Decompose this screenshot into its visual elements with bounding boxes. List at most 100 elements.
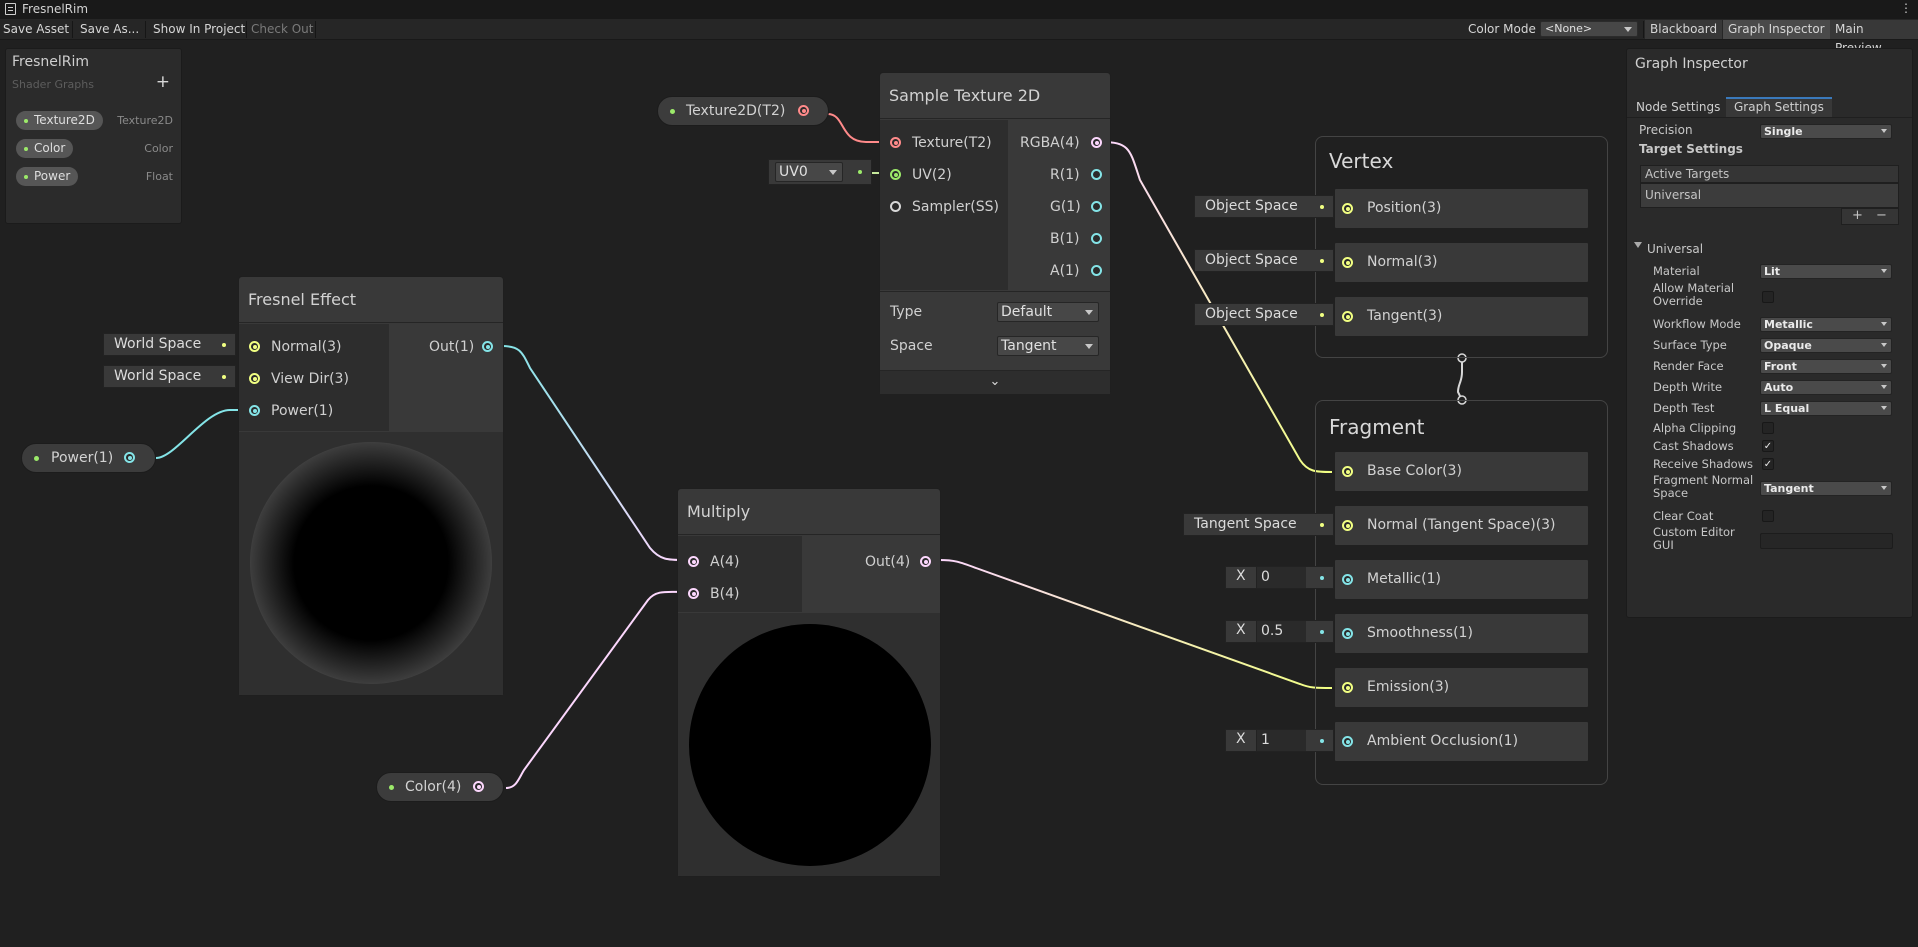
blackboard-property[interactable]: Color Color — [16, 139, 176, 159]
render-face-value: Front — [1764, 360, 1797, 373]
material-dropdown[interactable]: Lit — [1760, 264, 1892, 279]
tab-node-settings[interactable]: Node Settings — [1628, 97, 1728, 117]
foldout-arrow-icon[interactable] — [1634, 242, 1642, 248]
input-port-b[interactable]: B(4) — [688, 584, 739, 604]
connector-dot — [1320, 576, 1324, 580]
block-base-color[interactable]: Base Color(3) — [1334, 451, 1589, 492]
blackboard-property[interactable]: Texture2D Texture2D — [16, 111, 176, 131]
metallic-input[interactable]: X0 — [1225, 566, 1334, 589]
clear-coat-checkbox[interactable] — [1762, 510, 1774, 522]
input-port-a[interactable]: A(4) — [688, 552, 739, 572]
receive-shadows-checkbox[interactable]: ✓ — [1762, 458, 1774, 470]
sample-texture-2d-node[interactable]: Sample Texture 2D Texture(T2) UV(2) Samp… — [879, 72, 1111, 394]
port-label: B(4) — [710, 586, 740, 602]
port-icon — [482, 341, 493, 352]
output-port-out[interactable]: Out(1) — [429, 337, 495, 357]
tangent-space-input[interactable]: Object Space — [1194, 303, 1334, 326]
universal-section-label[interactable]: Universal — [1647, 242, 1703, 256]
chevron-down-icon — [1881, 486, 1887, 490]
smoothness-value[interactable]: 0.5 — [1256, 621, 1306, 642]
output-port-out[interactable]: Out(4) — [865, 552, 933, 572]
toolbar-divider — [1643, 21, 1644, 38]
output-port-a[interactable]: A(1) — [1050, 261, 1104, 281]
normal-space-input[interactable]: Object Space — [1194, 249, 1334, 272]
render-face-dropdown[interactable]: Front — [1760, 359, 1892, 374]
block-tangent[interactable]: Tangent(3) — [1334, 296, 1589, 337]
custom-editor-gui-field[interactable] — [1760, 533, 1893, 549]
check-out-button[interactable]: Check Out — [249, 20, 315, 39]
input-port-sampler[interactable]: Sampler(SS) — [890, 197, 999, 217]
multiply-node[interactable]: Multiply A(4) B(4) Out(4) — [677, 488, 941, 877]
texture2d-property-node[interactable]: Texture2D(T2) — [657, 96, 829, 126]
add-property-button[interactable]: + — [156, 72, 170, 92]
surface-dropdown[interactable]: Opaque — [1760, 338, 1892, 353]
ao-value[interactable]: 1 — [1256, 730, 1306, 751]
input-port-uv[interactable]: UV(2) — [890, 165, 952, 185]
port-icon — [1342, 311, 1353, 322]
output-port[interactable] — [798, 105, 809, 116]
fresnel-effect-node[interactable]: Fresnel Effect Normal(3) View Dir(3) Pow… — [238, 276, 504, 696]
port-label: Out(4) — [865, 554, 911, 570]
output-port[interactable] — [473, 781, 484, 792]
add-target-button[interactable]: + — [1852, 208, 1863, 223]
allow-override-checkbox[interactable] — [1762, 291, 1774, 303]
smoothness-input[interactable]: X 0.5 — [1225, 620, 1334, 643]
color-mode-dropdown[interactable]: <None> — [1540, 21, 1638, 37]
show-in-project-button[interactable]: Show In Project — [151, 20, 247, 39]
metallic-value[interactable]: 0 — [1256, 567, 1306, 588]
node-title: Multiply — [678, 489, 940, 535]
graph-inspector-toggle[interactable]: Graph Inspector — [1723, 20, 1830, 39]
normal-ts-space-input[interactable]: Tangent Space — [1183, 513, 1334, 536]
ao-input[interactable]: X1 — [1225, 729, 1334, 752]
uv-channel-dropdown[interactable]: UV0 — [775, 162, 843, 182]
output-port[interactable] — [124, 452, 135, 463]
workflow-value: Metallic — [1764, 318, 1813, 331]
block-metallic[interactable]: Metallic(1) — [1334, 559, 1589, 600]
connector-dot — [858, 170, 862, 174]
depth-write-dropdown[interactable]: Auto — [1760, 380, 1892, 395]
cast-shadows-checkbox[interactable]: ✓ — [1762, 440, 1774, 452]
block-normal[interactable]: Normal(3) — [1334, 242, 1589, 283]
block-position[interactable]: Position(3) — [1334, 188, 1589, 229]
block-smoothness[interactable]: Smoothness(1) — [1334, 613, 1589, 654]
target-list-item[interactable]: Universal — [1640, 183, 1899, 208]
position-space-input[interactable]: Object Space — [1194, 195, 1334, 218]
remove-target-button[interactable]: − — [1876, 208, 1887, 223]
normal-space-input[interactable]: World Space — [103, 333, 236, 356]
shader-graph-icon — [5, 3, 16, 15]
block-emission[interactable]: Emission(3) — [1334, 667, 1589, 708]
power-property-node[interactable]: Power(1) — [21, 443, 156, 473]
blackboard-toggle[interactable]: Blackboard — [1645, 20, 1723, 39]
precision-dropdown[interactable]: Single — [1760, 124, 1892, 139]
color-property-node[interactable]: Color(4) — [376, 772, 504, 802]
save-as-button[interactable]: Save As... — [78, 20, 141, 39]
depth-test-dropdown[interactable]: L Equal — [1760, 401, 1892, 416]
save-asset-button[interactable]: Save Asset — [1, 20, 71, 39]
block-normal-ts[interactable]: Normal (Tangent Space)(3) — [1334, 505, 1589, 546]
port-icon — [1091, 265, 1102, 276]
output-port-g[interactable]: G(1) — [1050, 197, 1104, 217]
chevron-down-icon — [1085, 310, 1093, 315]
alpha-clipping-checkbox[interactable] — [1762, 422, 1774, 434]
input-port-power[interactable]: Power(1) — [249, 401, 333, 421]
expand-preview-button[interactable]: ⌄ — [880, 370, 1110, 394]
output-port-rgba[interactable]: RGBA(4) — [1020, 133, 1104, 153]
property-dot-icon — [670, 109, 675, 114]
space-dropdown[interactable]: Tangent — [997, 336, 1099, 356]
workflow-dropdown[interactable]: Metallic — [1760, 317, 1892, 332]
block-ambient-occlusion[interactable]: Ambient Occlusion(1) — [1334, 721, 1589, 762]
output-port-b[interactable]: B(1) — [1050, 229, 1104, 249]
kebab-menu-icon[interactable]: ⋮ — [1900, 1, 1912, 15]
blackboard-property[interactable]: Power Float — [16, 167, 176, 187]
uv-channel-input[interactable]: UV0 — [768, 159, 872, 185]
input-port-viewdir[interactable]: View Dir(3) — [249, 369, 349, 389]
main-preview-toggle[interactable]: Main Preview — [1830, 20, 1918, 55]
fragment-normal-space-dropdown[interactable]: Tangent — [1760, 481, 1892, 496]
type-dropdown[interactable]: Default — [997, 302, 1099, 322]
viewdir-space-input[interactable]: World Space — [103, 365, 236, 388]
output-port-r[interactable]: R(1) — [1050, 165, 1104, 185]
input-port-texture[interactable]: Texture(T2) — [890, 133, 992, 153]
input-port-normal[interactable]: Normal(3) — [249, 337, 342, 357]
tab-graph-settings[interactable]: Graph Settings — [1726, 97, 1832, 117]
port-icon — [1091, 201, 1102, 212]
